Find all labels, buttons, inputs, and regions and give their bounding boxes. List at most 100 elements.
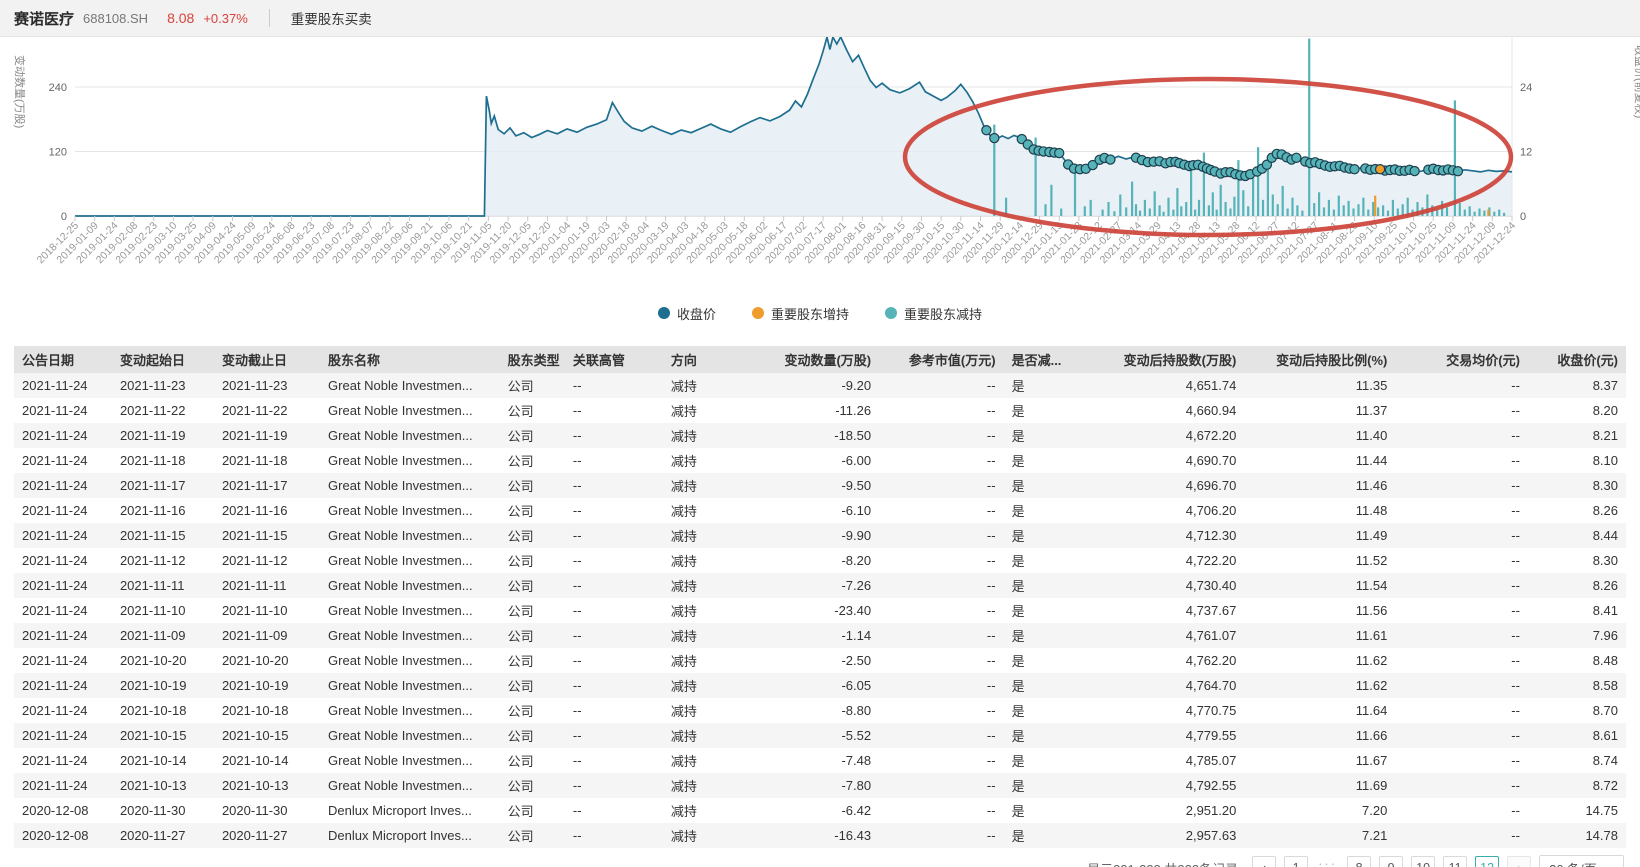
cell-1: 2021-10-18 — [112, 698, 214, 723]
chevron-down-icon: ⌄ — [1605, 863, 1614, 867]
cell-3: Great Noble Investmen... — [320, 773, 500, 798]
cell-6: 减持 — [663, 398, 751, 423]
page-button-10[interactable]: 10 — [1411, 856, 1435, 867]
cell-7: -8.80 — [751, 698, 880, 723]
column-header-13: 收盘价(元) — [1528, 346, 1626, 373]
tab-important-shareholder-trades[interactable]: 重要股东买卖 — [291, 8, 372, 28]
cell-1: 2021-11-18 — [112, 448, 214, 473]
cell-7: -6.42 — [751, 798, 880, 823]
page-button-8[interactable]: 8 — [1347, 856, 1371, 867]
cell-6: 减持 — [663, 523, 751, 548]
cell-8: -- — [879, 573, 1003, 598]
cell-11: 11.48 — [1244, 498, 1395, 523]
cell-1: 2021-11-16 — [112, 498, 214, 523]
page-button-9[interactable]: 9 — [1379, 856, 1403, 867]
cell-10: 4,672.20 — [1083, 423, 1244, 448]
cell-8: -- — [879, 548, 1003, 573]
cell-10: 2,957.63 — [1083, 823, 1244, 848]
page-button-12[interactable]: 12 — [1475, 856, 1499, 867]
cell-2: 2021-11-12 — [214, 548, 320, 573]
cell-6: 减持 — [663, 373, 751, 398]
column-header-10: 变动后持股数(万股) — [1083, 346, 1244, 373]
cell-10: 2,951.20 — [1083, 798, 1244, 823]
cell-10: 4,737.67 — [1083, 598, 1244, 623]
cell-3: Great Noble Investmen... — [320, 623, 500, 648]
page-size-select[interactable]: 20 条/页 ⌄ — [1539, 855, 1624, 867]
cell-9: 是 — [1004, 498, 1084, 523]
next-page-button[interactable]: › — [1507, 856, 1531, 867]
shareholder-trade-chart-container: 2018-12-252019-01-092019-01-242019-02-08… — [0, 37, 1640, 324]
svg-text:12: 12 — [1520, 147, 1532, 159]
chart-legend: 收盘价 重要股东增持 重要股东减持 — [0, 302, 1640, 324]
cell-4: 公司 — [500, 723, 565, 748]
cell-13: 8.70 — [1528, 698, 1626, 723]
cell-5: -- — [565, 423, 663, 448]
cell-9: 是 — [1004, 773, 1084, 798]
cell-2: 2021-11-18 — [214, 448, 320, 473]
cell-8: -- — [879, 373, 1003, 398]
cell-1: 2020-11-27 — [112, 823, 214, 848]
cell-0: 2021-11-24 — [14, 598, 112, 623]
cell-13: 8.58 — [1528, 673, 1626, 698]
cell-8: -- — [879, 673, 1003, 698]
legend-item-decrease[interactable]: 重要股东减持 — [885, 304, 982, 323]
table-row: 2021-11-242021-11-162021-11-16Great Nobl… — [14, 498, 1626, 523]
cell-6: 减持 — [663, 748, 751, 773]
cell-3: Great Noble Investmen... — [320, 548, 500, 573]
svg-text:0: 0 — [1520, 211, 1526, 223]
cell-7: -7.80 — [751, 773, 880, 798]
cell-9: 是 — [1004, 798, 1084, 823]
cell-4: 公司 — [500, 598, 565, 623]
cell-2: 2021-11-11 — [214, 573, 320, 598]
cell-0: 2021-11-24 — [14, 373, 112, 398]
cell-12: -- — [1395, 548, 1528, 573]
cell-10: 4,690.70 — [1083, 448, 1244, 473]
cell-8: -- — [879, 798, 1003, 823]
legend-label-increase: 重要股东增持 — [771, 304, 849, 323]
table-row: 2021-11-242021-10-132021-10-13Great Nobl… — [14, 773, 1626, 798]
cell-3: Great Noble Investmen... — [320, 648, 500, 673]
cell-13: 8.26 — [1528, 498, 1626, 523]
cell-4: 公司 — [500, 623, 565, 648]
cell-9: 是 — [1004, 573, 1084, 598]
cell-3: Great Noble Investmen... — [320, 473, 500, 498]
cell-13: 8.26 — [1528, 573, 1626, 598]
cell-10: 4,779.55 — [1083, 723, 1244, 748]
cell-0: 2021-11-24 — [14, 448, 112, 473]
cell-9: 是 — [1004, 598, 1084, 623]
legend-item-close-price[interactable]: 收盘价 — [658, 304, 716, 323]
cell-2: 2021-11-17 — [214, 473, 320, 498]
close-price-dot-icon — [658, 307, 670, 319]
prev-page-button[interactable]: ‹ — [1252, 856, 1276, 867]
cell-3: Great Noble Investmen... — [320, 448, 500, 473]
stock-code: 688108.SH — [83, 11, 148, 26]
cell-4: 公司 — [500, 498, 565, 523]
shareholder-trade-chart[interactable]: 2018-12-252019-01-092019-01-242019-02-08… — [0, 37, 1640, 295]
page-button-1[interactable]: 1 — [1284, 856, 1308, 867]
cell-0: 2021-11-24 — [14, 398, 112, 423]
cell-12: -- — [1395, 473, 1528, 498]
cell-4: 公司 — [500, 473, 565, 498]
table-row: 2021-11-242021-11-122021-11-12Great Nobl… — [14, 548, 1626, 573]
cell-11: 11.46 — [1244, 473, 1395, 498]
table-row: 2021-11-242021-11-222021-11-22Great Nobl… — [14, 398, 1626, 423]
cell-0: 2021-11-24 — [14, 523, 112, 548]
cell-0: 2021-11-24 — [14, 473, 112, 498]
table-row: 2020-12-082020-11-272020-11-27Denlux Mic… — [14, 823, 1626, 848]
svg-text:240: 240 — [49, 82, 67, 94]
cell-5: -- — [565, 448, 663, 473]
cell-5: -- — [565, 548, 663, 573]
cell-13: 8.74 — [1528, 748, 1626, 773]
legend-item-increase[interactable]: 重要股东增持 — [752, 304, 849, 323]
cell-12: -- — [1395, 723, 1528, 748]
cell-11: 11.44 — [1244, 448, 1395, 473]
page-button-11[interactable]: 11 — [1443, 856, 1467, 867]
cell-1: 2021-11-09 — [112, 623, 214, 648]
cell-1: 2021-11-22 — [112, 398, 214, 423]
page-size-value: 20 条/页 — [1549, 859, 1597, 867]
cell-2: 2021-10-19 — [214, 673, 320, 698]
cell-0: 2021-11-24 — [14, 773, 112, 798]
cell-10: 4,792.55 — [1083, 773, 1244, 798]
cell-7: -6.00 — [751, 448, 880, 473]
cell-1: 2021-11-10 — [112, 598, 214, 623]
